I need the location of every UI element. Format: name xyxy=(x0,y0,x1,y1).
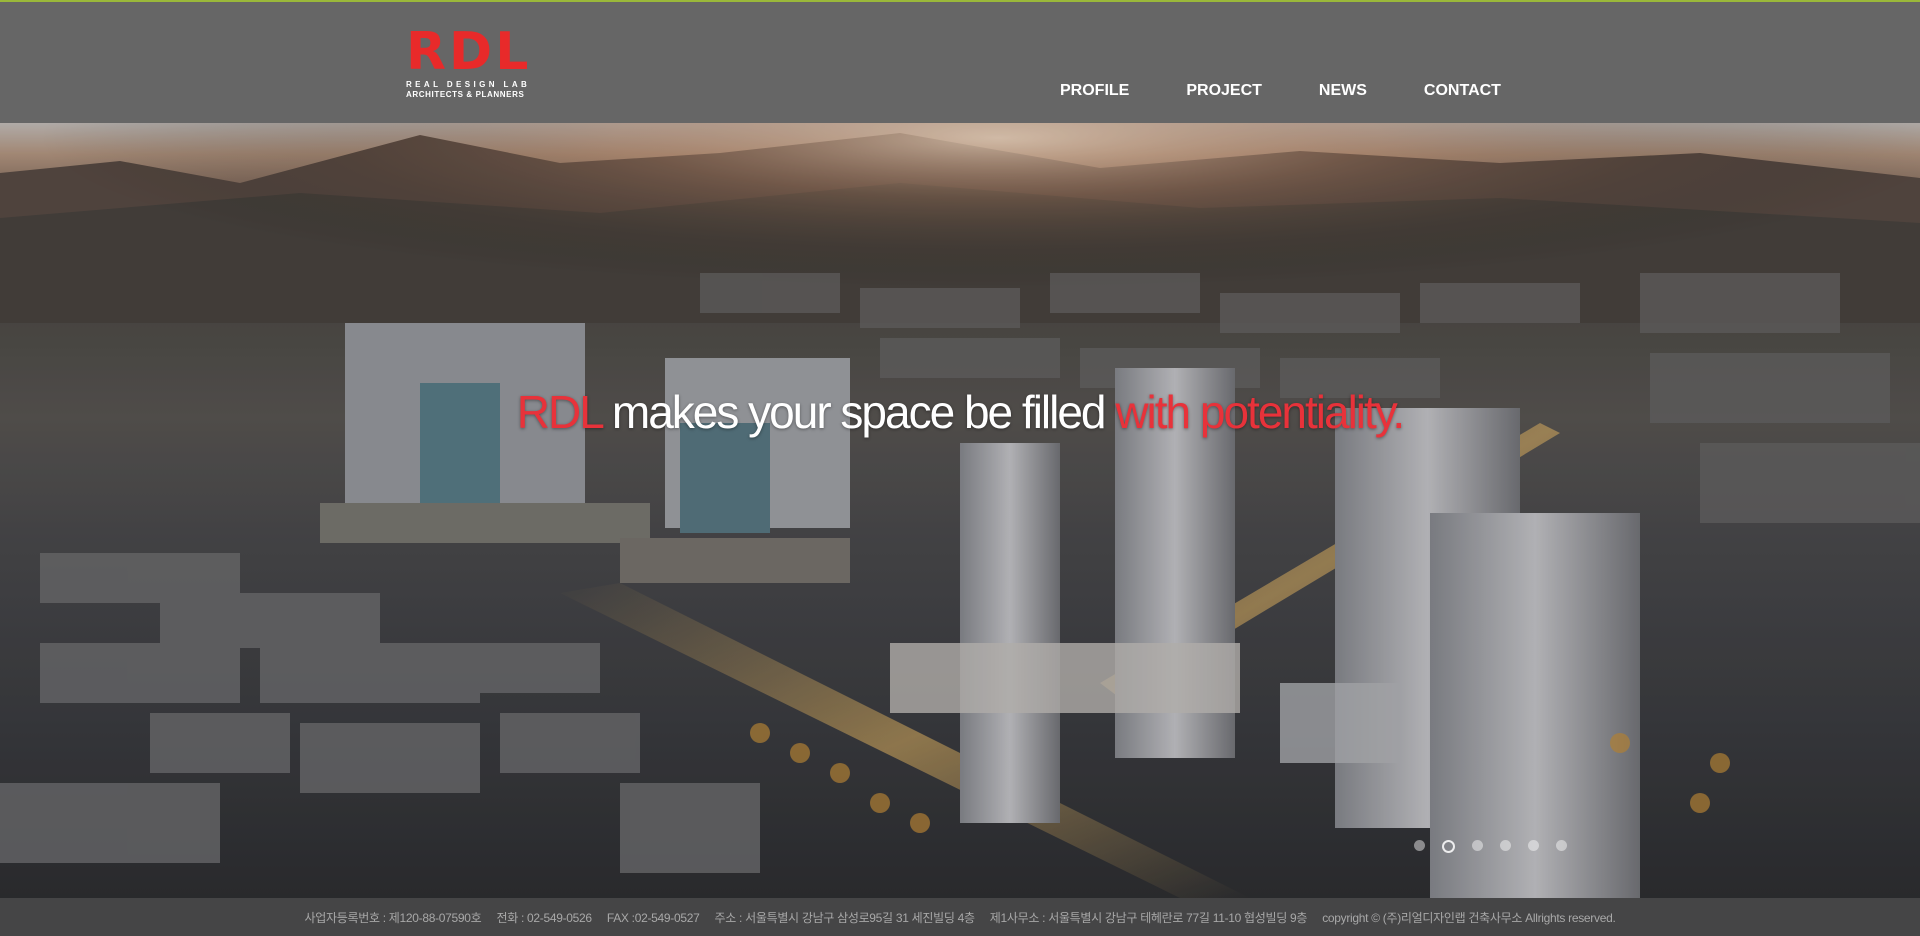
footer-address: 주소 : 서울특별시 강남구 삼성로95길 31 세진빌딩 4층 xyxy=(714,911,976,925)
main-nav: PROFILE PROJECT NEWS CONTACT xyxy=(1060,82,1501,100)
footer-fax: FAX :02-549-0527 xyxy=(606,911,700,925)
logo[interactable]: RDL REAL DESIGN LAB ARCHITECTS & PLANNER… xyxy=(406,26,536,100)
hero-image xyxy=(0,123,1920,898)
nav-project[interactable]: PROJECT xyxy=(1186,82,1262,100)
logo-tagline-1: REAL DESIGN LAB xyxy=(406,80,531,89)
hero-slider: RDL makes your space be filled with pote… xyxy=(0,123,1920,898)
slide-dot-5[interactable] xyxy=(1528,840,1539,851)
hero-tagline: RDL makes your space be filled with pote… xyxy=(0,385,1920,439)
logo-tagline-2: ARCHITECTS & PLANNERS xyxy=(406,90,525,99)
slide-dot-6[interactable] xyxy=(1556,840,1567,851)
tagline-accent: with potentiality. xyxy=(1115,386,1405,438)
slide-dot-4[interactable] xyxy=(1500,840,1511,851)
slider-pagination xyxy=(1414,840,1584,853)
nav-contact[interactable]: CONTACT xyxy=(1424,82,1501,100)
footer-phone: 전화 : 02-549-0526 xyxy=(496,911,592,925)
footer-reg: 사업자등록번호 : 제120-88-07590호 xyxy=(304,911,482,925)
footer-copyright: copyright © (주)리얼디자인랩 건축사무소 Allrights re… xyxy=(1322,911,1616,925)
slide-dot-3[interactable] xyxy=(1472,840,1483,851)
tagline-main: makes your space be filled xyxy=(611,386,1107,438)
logo-mark: RDL xyxy=(406,22,532,82)
site-header: RDL REAL DESIGN LAB ARCHITECTS & PLANNER… xyxy=(0,0,1920,123)
nav-profile[interactable]: PROFILE xyxy=(1060,82,1129,100)
slide-dot-2[interactable] xyxy=(1442,840,1455,853)
tagline-brand: RDL xyxy=(516,386,603,438)
site-footer: 사업자등록번호 : 제120-88-07590호 전화 : 02-549-052… xyxy=(0,898,1920,936)
nav-news[interactable]: NEWS xyxy=(1319,82,1367,100)
slide-dot-1[interactable] xyxy=(1414,840,1425,851)
footer-office2: 제1사무소 : 서울특별시 강남구 테헤란로 77길 11-10 협성빌딩 9층 xyxy=(989,911,1308,925)
footer-info: 사업자등록번호 : 제120-88-07590호 전화 : 02-549-052… xyxy=(0,909,1920,926)
